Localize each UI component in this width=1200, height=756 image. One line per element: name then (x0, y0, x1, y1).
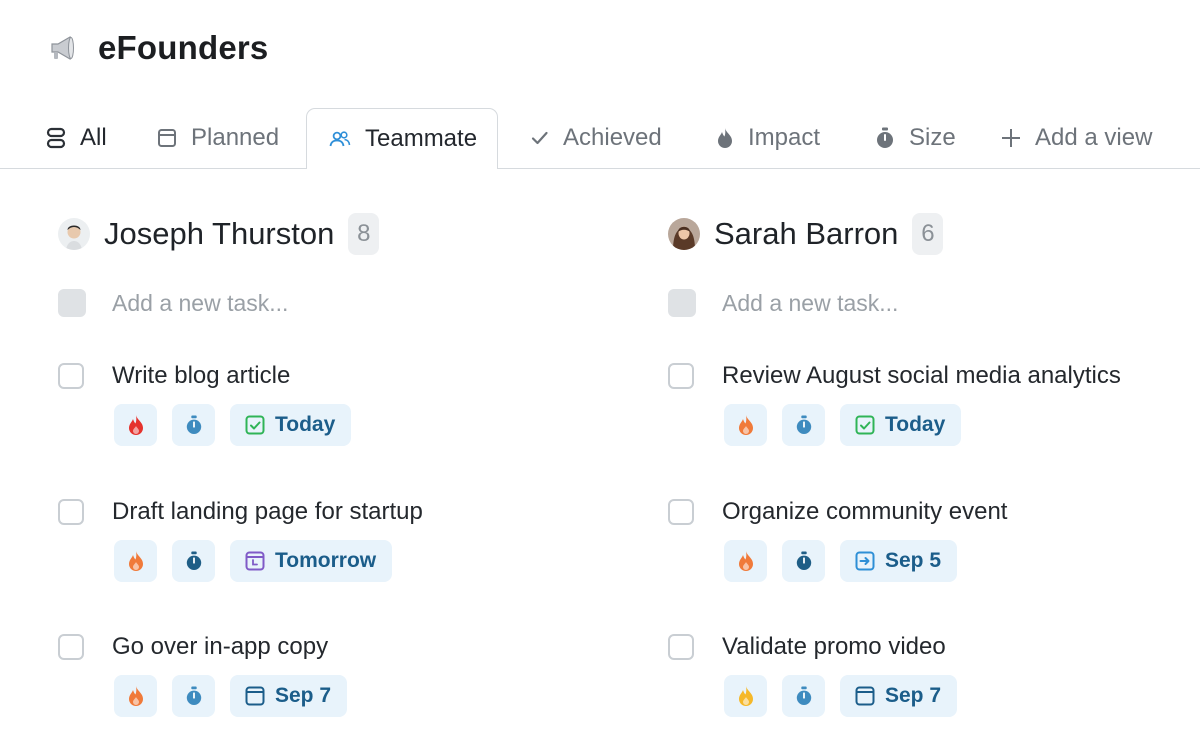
workspace-header: eFounders (48, 26, 269, 70)
teammate-name: Sarah Barron (714, 216, 899, 251)
flame-icon (718, 128, 732, 148)
task-title[interactable]: Validate promo video (722, 633, 946, 661)
stopwatch-icon (186, 551, 201, 570)
task-item[interactable]: Validate promo video Sep 7 (668, 631, 972, 717)
calendar-icon (158, 129, 176, 147)
calendar-clock-icon (245, 551, 265, 571)
add-view-button[interactable]: Add a view (1001, 108, 1152, 168)
due-date-chip[interactable]: Sep 7 (840, 675, 958, 717)
tab-label: Size (909, 124, 956, 151)
due-date-label: Sep 7 (275, 684, 332, 707)
view-tabs: All Planned Teammate Achieved Impact Siz… (0, 108, 1200, 169)
stopwatch-icon (796, 551, 811, 570)
task-count-badge: 6 (912, 213, 944, 255)
due-date-chip[interactable]: Sep 7 (230, 675, 348, 717)
flame-icon (738, 686, 753, 706)
avatar[interactable] (668, 218, 700, 250)
calendar-check-icon (245, 415, 265, 435)
task-checkbox[interactable] (58, 634, 84, 660)
size-chip[interactable] (172, 404, 215, 446)
stopwatch-icon (796, 686, 811, 705)
due-date-label: Tomorrow (275, 549, 377, 572)
size-chip[interactable] (172, 540, 215, 582)
task-title[interactable]: Draft landing page for startup (112, 498, 423, 526)
task-item[interactable]: Go over in-app copy Sep 7 (58, 631, 362, 717)
tab-impact[interactable]: Impact (716, 108, 820, 168)
teammate-name: Joseph Thurston (104, 216, 335, 251)
tab-teammate[interactable]: Teammate (306, 108, 499, 169)
task-item[interactable]: Review August social media analytics Tod… (668, 360, 1121, 446)
size-chip[interactable] (172, 675, 215, 717)
plus-icon (1002, 129, 1020, 147)
tab-size[interactable]: Size (875, 108, 956, 168)
task-checkbox[interactable] (668, 634, 694, 660)
stack-icon (46, 127, 66, 149)
size-chip[interactable] (782, 540, 825, 582)
due-date-chip[interactable]: Today (840, 404, 962, 446)
due-date-label: Today (885, 413, 946, 436)
flame-icon (128, 415, 143, 435)
tab-label: Planned (191, 124, 280, 151)
calendar-check-icon (855, 415, 875, 435)
flame-icon (128, 551, 143, 571)
flame-icon (738, 415, 753, 435)
calendar-icon (855, 686, 875, 706)
due-date-label: Today (275, 413, 336, 436)
task-checkbox[interactable] (668, 363, 694, 389)
stopwatch-icon (186, 415, 201, 434)
size-chip[interactable] (782, 675, 825, 717)
task-title[interactable]: Go over in-app copy (112, 633, 328, 661)
due-date-chip[interactable]: Sep 5 (840, 540, 958, 582)
due-date-label: Sep 5 (885, 549, 942, 572)
add-task-input[interactable]: Add a new task... (722, 290, 898, 317)
tab-all[interactable]: All (46, 108, 107, 168)
calendar-icon (245, 686, 265, 706)
flame-icon (738, 551, 753, 571)
avatar[interactable] (58, 218, 90, 250)
impact-chip[interactable] (114, 675, 157, 717)
tab-label: Teammate (365, 125, 478, 152)
task-item[interactable]: Draft landing page for startup Tomorrow (58, 496, 423, 582)
task-checkbox[interactable] (58, 499, 84, 525)
people-icon (329, 131, 351, 147)
due-date-label: Sep 7 (885, 684, 942, 707)
task-title[interactable]: Write blog article (112, 362, 290, 390)
tab-achieved[interactable]: Achieved (531, 108, 662, 168)
add-task-input[interactable]: Add a new task... (112, 290, 288, 317)
size-chip[interactable] (782, 404, 825, 446)
stopwatch-icon (877, 127, 893, 148)
impact-chip[interactable] (724, 404, 767, 446)
task-item[interactable]: Organize community event Sep 5 (668, 496, 1007, 582)
tab-label: Achieved (563, 124, 662, 151)
impact-chip[interactable] (724, 675, 767, 717)
task-title[interactable]: Organize community event (722, 498, 1007, 526)
task-checkbox[interactable] (668, 499, 694, 525)
task-title[interactable]: Review August social media analytics (722, 362, 1121, 390)
add-task-checkbox (668, 289, 696, 317)
column-header: Joseph Thurston 8 (58, 210, 380, 258)
impact-chip[interactable] (114, 540, 157, 582)
check-icon (531, 131, 548, 145)
workspace-title: eFounders (98, 29, 269, 66)
stopwatch-icon (796, 415, 811, 434)
tab-label: Add a view (1035, 124, 1153, 151)
add-task-row[interactable]: Add a new task... (58, 288, 288, 318)
due-date-chip[interactable]: Tomorrow (230, 540, 393, 582)
tab-label: Impact (748, 124, 821, 151)
task-count-badge: 8 (348, 213, 380, 255)
tab-label: All (80, 124, 107, 151)
flame-icon (128, 686, 143, 706)
stopwatch-icon (186, 686, 201, 705)
column-header: Sarah Barron 6 (668, 210, 944, 258)
tab-planned[interactable]: Planned (157, 108, 279, 168)
impact-chip[interactable] (114, 404, 157, 446)
due-date-chip[interactable]: Today (230, 404, 352, 446)
task-checkbox[interactable] (58, 363, 84, 389)
add-task-checkbox (58, 289, 86, 317)
impact-chip[interactable] (724, 540, 767, 582)
add-task-row[interactable]: Add a new task... (668, 288, 898, 318)
megaphone-icon (51, 35, 74, 61)
calendar-arrow-icon (855, 551, 875, 571)
task-item[interactable]: Write blog article Today (58, 360, 366, 446)
